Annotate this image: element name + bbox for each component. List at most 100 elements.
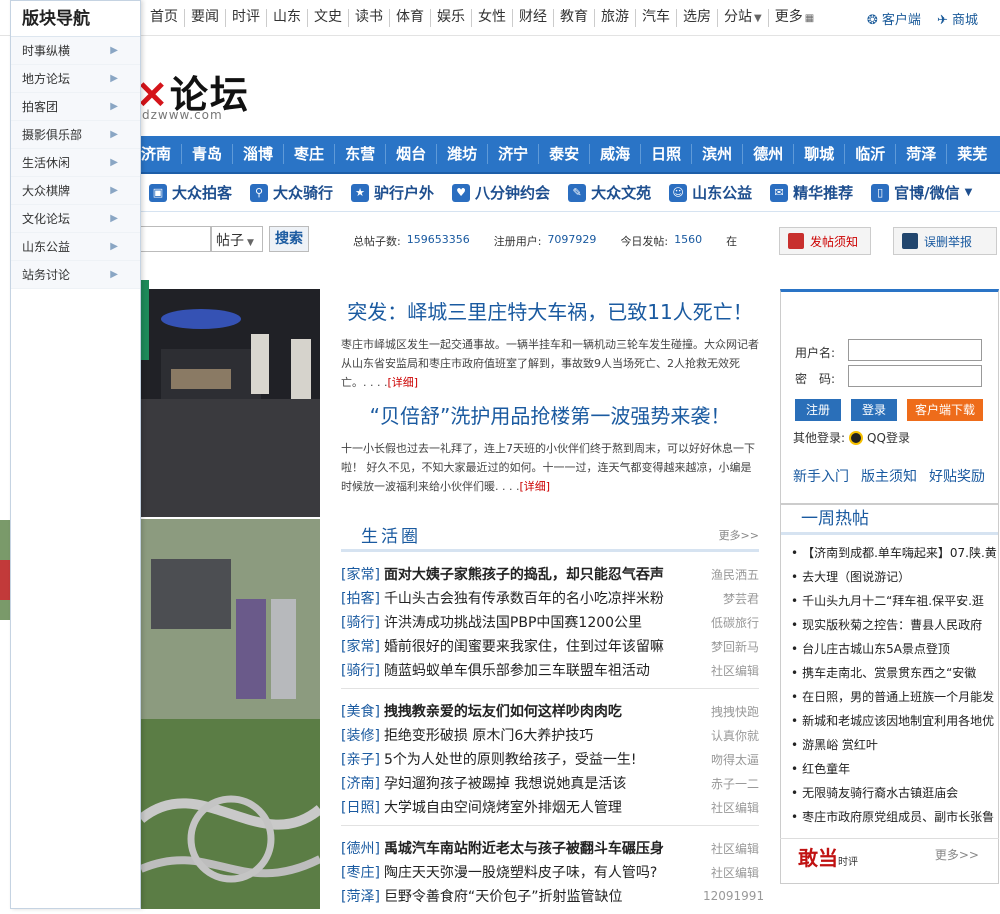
top-link[interactable]: 时评 (225, 9, 266, 27)
hot-item[interactable]: 游黑峪 赏红叶 (791, 733, 998, 757)
top-link-substations[interactable]: 分站 ▼ (717, 9, 768, 27)
posting-rules-button[interactable]: 发帖须知 (779, 227, 871, 255)
help-link[interactable]: 版主须知 (861, 466, 917, 486)
post-row[interactable]: [日照] 大学城自由空间烧烤室外排烟无人管理 社区编辑 (341, 795, 759, 819)
post-tag[interactable]: [菏泽] (341, 886, 380, 906)
hot-item[interactable]: 千山头九月十二“拜车祖.保平安.逛 (791, 589, 998, 613)
commentary-more-link[interactable]: 更多>> (935, 846, 979, 863)
post-author[interactable]: 12091991 (703, 889, 764, 903)
qq-login-link[interactable]: QQ登录 (867, 429, 910, 446)
top-link[interactable]: 文史 (307, 9, 348, 27)
feature-link[interactable]: ♥ 八分钟约会 (452, 182, 550, 203)
hot-item[interactable]: 枣庄市政府原党组成员、副市长张鲁 (791, 805, 998, 829)
post-title[interactable]: 陶庄天天弥漫一股烧塑料皮子味，有人管吗? (384, 862, 703, 882)
feature-link[interactable]: ✉ 精华推荐 (770, 182, 853, 203)
city-link[interactable]: 临沂 (844, 144, 895, 164)
city-link[interactable]: 枣庄 (283, 144, 334, 164)
register-button[interactable]: 注册 (795, 399, 841, 421)
post-row[interactable]: [枣庄] 陶庄天天弥漫一股烧塑料皮子味，有人管吗? 社区编辑 (341, 860, 759, 884)
feature-link-dropdown[interactable]: ▯ 官博/微信 ▼ (871, 182, 972, 203)
client-link[interactable]: ❂ 客户端 (867, 9, 921, 28)
post-title[interactable]: 许洪涛成功挑战法国PBP中国赛1200公里 (384, 612, 703, 632)
section-nav-item[interactable]: 地方论坛 ▶ (11, 65, 140, 93)
headline-title[interactable]: “贝倍舒”洗护用品抢楼第一波强势来袭！ (341, 400, 759, 429)
city-link[interactable]: 泰安 (538, 144, 589, 164)
post-tag[interactable]: [家常] (341, 636, 380, 656)
search-input[interactable] (141, 226, 211, 252)
post-author[interactable]: 吻得太逼 (703, 751, 759, 768)
section-more-link[interactable]: 更多>> (719, 527, 759, 543)
top-link[interactable]: 教育 (553, 9, 594, 27)
city-link[interactable]: 东营 (334, 144, 385, 164)
post-author[interactable]: 社区编辑 (703, 662, 759, 679)
city-link[interactable]: 聊城 (793, 144, 844, 164)
city-link[interactable]: 菏泽 (895, 144, 946, 164)
post-author[interactable]: 认真你就 (703, 727, 759, 744)
city-link[interactable]: 济南 (141, 144, 181, 164)
post-author[interactable]: 梦回新马 (703, 638, 759, 655)
login-button[interactable]: 登录 (851, 399, 897, 421)
top-link[interactable]: 山东 (266, 9, 307, 27)
hot-item[interactable]: 现实版秋菊之控告：曹县人民政府 (791, 613, 998, 637)
top-link-more[interactable]: 更多 ▦ (767, 9, 820, 27)
post-row[interactable]: [骑行] 随蓝蚂蚁单车俱乐部参加三车联盟车祖活动 社区编辑 (341, 658, 759, 682)
post-tag[interactable]: [骑行] (341, 612, 380, 632)
news-photo-accident[interactable] (141, 289, 320, 517)
commentary-banner[interactable]: 敢当时评 更多>> (780, 838, 999, 872)
feature-link[interactable]: ⚲ 大众骑行 (250, 182, 333, 203)
post-title[interactable]: 千山头古会独有传承数百年的名小吃凉拌米粉 (384, 588, 703, 608)
post-tag[interactable]: [亲子] (341, 749, 380, 769)
post-tag[interactable]: [日照] (341, 797, 380, 817)
top-link[interactable]: 汽车 (635, 9, 676, 27)
post-title[interactable]: 随蓝蚂蚁单车俱乐部参加三车联盟车祖活动 (384, 660, 703, 680)
post-tag[interactable]: [德州] (341, 838, 380, 858)
headline-title[interactable]: 突发：峄城三里庄特大车祸，已致11人死亡！ (341, 296, 759, 325)
post-row[interactable]: [亲子] 5个为人处世的原则教给孩子，受益一生! 吻得太逼 (341, 747, 759, 771)
post-author[interactable]: 梦芸君 (703, 590, 759, 607)
post-row[interactable]: [装修] 拒绝变形破损 原木门6大养护技巧 认真你就 (341, 723, 759, 747)
mall-link[interactable]: ✈ 商城 (937, 9, 978, 28)
hot-item[interactable]: 去大理（图说游记） (791, 565, 998, 589)
top-link[interactable]: 娱乐 (430, 9, 471, 27)
section-nav-item[interactable]: 时事纵横 ▶ (11, 37, 140, 65)
city-link[interactable]: 青岛 (181, 144, 232, 164)
post-row[interactable]: [家常] 面对大姨子家熊孩子的捣乱，却只能忍气吞声 渔民洒五 (341, 562, 759, 586)
post-author[interactable]: 拽拽快跑 (703, 703, 759, 720)
post-title[interactable]: 婚前很好的闺蜜要来我家住，住到过年该留嘛 (384, 636, 703, 656)
city-link[interactable]: 滨州 (691, 144, 742, 164)
top-link[interactable]: 财经 (512, 9, 553, 27)
city-link[interactable]: 淄博 (232, 144, 283, 164)
feature-link[interactable]: ▣ 大众拍客 (149, 182, 232, 203)
section-nav-item[interactable]: 生活休闲 ▶ (11, 149, 140, 177)
news-photo-gallery[interactable] (141, 519, 320, 909)
post-author[interactable]: 低碳旅行 (703, 614, 759, 631)
post-tag[interactable]: [家常] (341, 564, 380, 584)
post-tag[interactable]: [枣庄] (341, 862, 380, 882)
search-type-select[interactable]: 帖子 ▼ (211, 226, 263, 252)
city-link[interactable]: 烟台 (385, 144, 436, 164)
post-tag[interactable]: [拍客] (341, 588, 380, 608)
post-row[interactable]: [德州] 禹城汽车南站附近老太与孩子被翻斗车碾压身 社区编辑 (341, 836, 759, 860)
top-link[interactable]: 读书 (348, 9, 389, 27)
report-button[interactable]: 误删举报 (893, 227, 997, 255)
post-row[interactable]: [济南] 孕妇遛狗孩子被踢掉 我想说她真是活该 赤子一二 (341, 771, 759, 795)
section-nav-item[interactable]: 山东公益 ▶ (11, 233, 140, 261)
username-field[interactable] (848, 339, 982, 361)
help-link[interactable]: 好贴奖励 (929, 466, 985, 486)
top-link[interactable]: 体育 (389, 9, 430, 27)
feature-link[interactable]: ☺ 山东公益 (669, 182, 752, 203)
top-link[interactable]: 首页 (148, 9, 184, 27)
post-row[interactable]: [骑行] 许洪涛成功挑战法国PBP中国赛1200公里 低碳旅行 (341, 610, 759, 634)
city-link[interactable]: 莱芜 (946, 144, 997, 164)
section-nav-item[interactable]: 大众棋牌 ▶ (11, 177, 140, 205)
post-title[interactable]: 孕妇遛狗孩子被踢掉 我想说她真是活该 (384, 773, 703, 793)
post-row[interactable]: [拍客] 千山头古会独有传承数百年的名小吃凉拌米粉 梦芸君 (341, 586, 759, 610)
city-link[interactable]: 潍坊 (436, 144, 487, 164)
post-row[interactable]: [菏泽] 巨野令善食府“天价包子”折射监管缺位 12091991 (341, 884, 764, 908)
top-link[interactable]: 选房 (676, 9, 717, 27)
feature-link[interactable]: ★ 驴行户外 (351, 182, 434, 203)
password-field[interactable] (848, 365, 982, 387)
post-title[interactable]: 巨野令善食府“天价包子”折射监管缺位 (384, 886, 703, 906)
section-nav-item[interactable]: 拍客团 ▶ (11, 93, 140, 121)
hot-item[interactable]: 台儿庄古城山东5A景点登顶 (791, 637, 998, 661)
